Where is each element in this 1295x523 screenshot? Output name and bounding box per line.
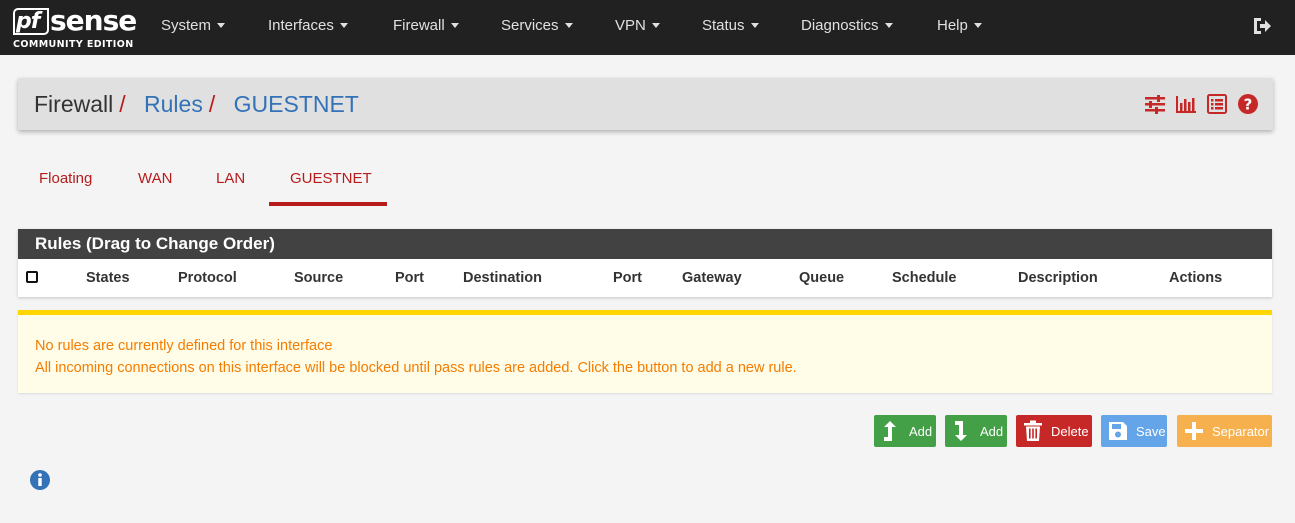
alert-line-1: No rules are currently defined for this …	[35, 338, 333, 354]
nav-menu-vpn[interactable]: VPN	[615, 0, 660, 55]
rules-panel-title: Rules (Drag to Change Order)	[18, 229, 1272, 259]
save-label: Save	[1136, 423, 1166, 439]
pfsense-logo[interactable]: pf sense COMMUNITY EDITION	[13, 5, 137, 51]
top-navbar: pf sense COMMUNITY EDITION System Interf…	[0, 0, 1295, 55]
caret-down-icon	[217, 23, 226, 28]
nav-menu-firewall[interactable]: Firewall	[393, 0, 459, 55]
add-rule-bottom-button[interactable]: Add	[945, 415, 1007, 447]
nav-menu-services[interactable]: Services	[501, 0, 573, 55]
nav-menu-label: Help	[937, 17, 968, 34]
nav-menu-help[interactable]: Help	[937, 0, 982, 55]
column-header-schedule: Schedule	[892, 270, 957, 286]
svg-text:?: ?	[1244, 96, 1253, 114]
sign-out-icon[interactable]	[1251, 15, 1273, 37]
add-bottom-label: Add	[980, 423, 1004, 439]
nav-menu-label: Diagnostics	[801, 17, 879, 34]
tab-wan[interactable]: WAN	[138, 170, 172, 187]
caret-down-icon	[651, 23, 660, 28]
nav-menu-label: VPN	[615, 17, 646, 34]
column-header-description: Description	[1018, 270, 1098, 286]
nav-menu-diagnostics[interactable]: Diagnostics	[801, 0, 893, 55]
breadcrumb-panel: Firewall / Rules / GUESTNET ?	[18, 78, 1273, 130]
breadcrumb-separator: /	[208, 91, 216, 117]
column-header-queue: Queue	[799, 270, 845, 286]
column-header-states: States	[86, 270, 130, 286]
separator-label: Separator	[1212, 423, 1270, 439]
caret-down-icon	[450, 23, 459, 28]
alert-line-2: All incoming connections on this interfa…	[35, 360, 797, 376]
floppy-disk-icon	[1107, 419, 1129, 443]
breadcrumb-separator: /	[119, 91, 126, 117]
level-down-icon	[951, 419, 973, 443]
question-circle-icon[interactable]: ?	[1237, 93, 1259, 115]
add-rule-top-button[interactable]: Add	[874, 415, 936, 447]
breadcrumb-icons: ?	[1144, 93, 1259, 115]
tab-floating[interactable]: Floating	[39, 170, 92, 187]
column-header-actions: Actions	[1169, 270, 1223, 286]
save-button[interactable]: Save	[1101, 415, 1167, 447]
column-header-protocol: Protocol	[178, 270, 237, 286]
tab-lan[interactable]: LAN	[216, 170, 245, 187]
logo-pf: pf	[13, 8, 49, 35]
trash-icon	[1022, 419, 1044, 443]
nav-menu-interfaces[interactable]: Interfaces	[268, 0, 348, 55]
add-top-label: Add	[909, 423, 933, 439]
list-icon[interactable]	[1206, 93, 1228, 115]
column-header-source: Source	[294, 270, 344, 286]
delete-button[interactable]: Delete	[1016, 415, 1092, 447]
column-header-destination: Destination	[463, 270, 542, 286]
logo-edition: COMMUNITY EDITION	[13, 39, 134, 50]
active-tab-indicator	[269, 202, 387, 206]
add-separator-button[interactable]: Separator	[1177, 415, 1272, 447]
caret-down-icon	[884, 23, 893, 28]
column-header-gateway: Gateway	[682, 270, 742, 286]
breadcrumb-firewall: Firewall	[34, 91, 114, 117]
sliders-icon[interactable]	[1144, 93, 1166, 115]
nav-menu-label: Firewall	[393, 17, 445, 34]
breadcrumb-rules-link[interactable]: Rules	[144, 91, 203, 117]
caret-down-icon	[564, 23, 573, 28]
caret-down-icon	[750, 23, 759, 28]
level-up-icon	[880, 419, 902, 443]
nav-menu-label: Status	[702, 17, 745, 34]
column-header-destination-port: Port	[613, 270, 642, 286]
nav-menu-system[interactable]: System	[161, 0, 226, 55]
tab-guestnet[interactable]: GUESTNET	[290, 170, 372, 187]
select-all-checkbox[interactable]	[26, 271, 38, 283]
bar-chart-icon[interactable]	[1175, 93, 1197, 115]
breadcrumb: Firewall / Rules / GUESTNET	[34, 90, 359, 118]
nav-menu-label: Interfaces	[268, 17, 334, 34]
nav-menu-label: Services	[501, 17, 559, 34]
info-circle-icon[interactable]	[29, 469, 51, 491]
delete-label: Delete	[1051, 423, 1089, 439]
breadcrumb-guestnet-link[interactable]: GUESTNET	[234, 91, 359, 117]
nav-menu-status[interactable]: Status	[702, 0, 759, 55]
column-header-source-port: Port	[395, 270, 424, 286]
nav-menu-label: System	[161, 17, 212, 34]
plus-icon	[1183, 419, 1205, 443]
no-rules-alert: No rules are currently defined for this …	[18, 310, 1272, 393]
rules-panel: Rules (Drag to Change Order) States Prot…	[18, 229, 1272, 297]
logo-sense: sense	[50, 4, 137, 37]
caret-down-icon	[339, 23, 348, 28]
caret-down-icon	[973, 23, 982, 28]
